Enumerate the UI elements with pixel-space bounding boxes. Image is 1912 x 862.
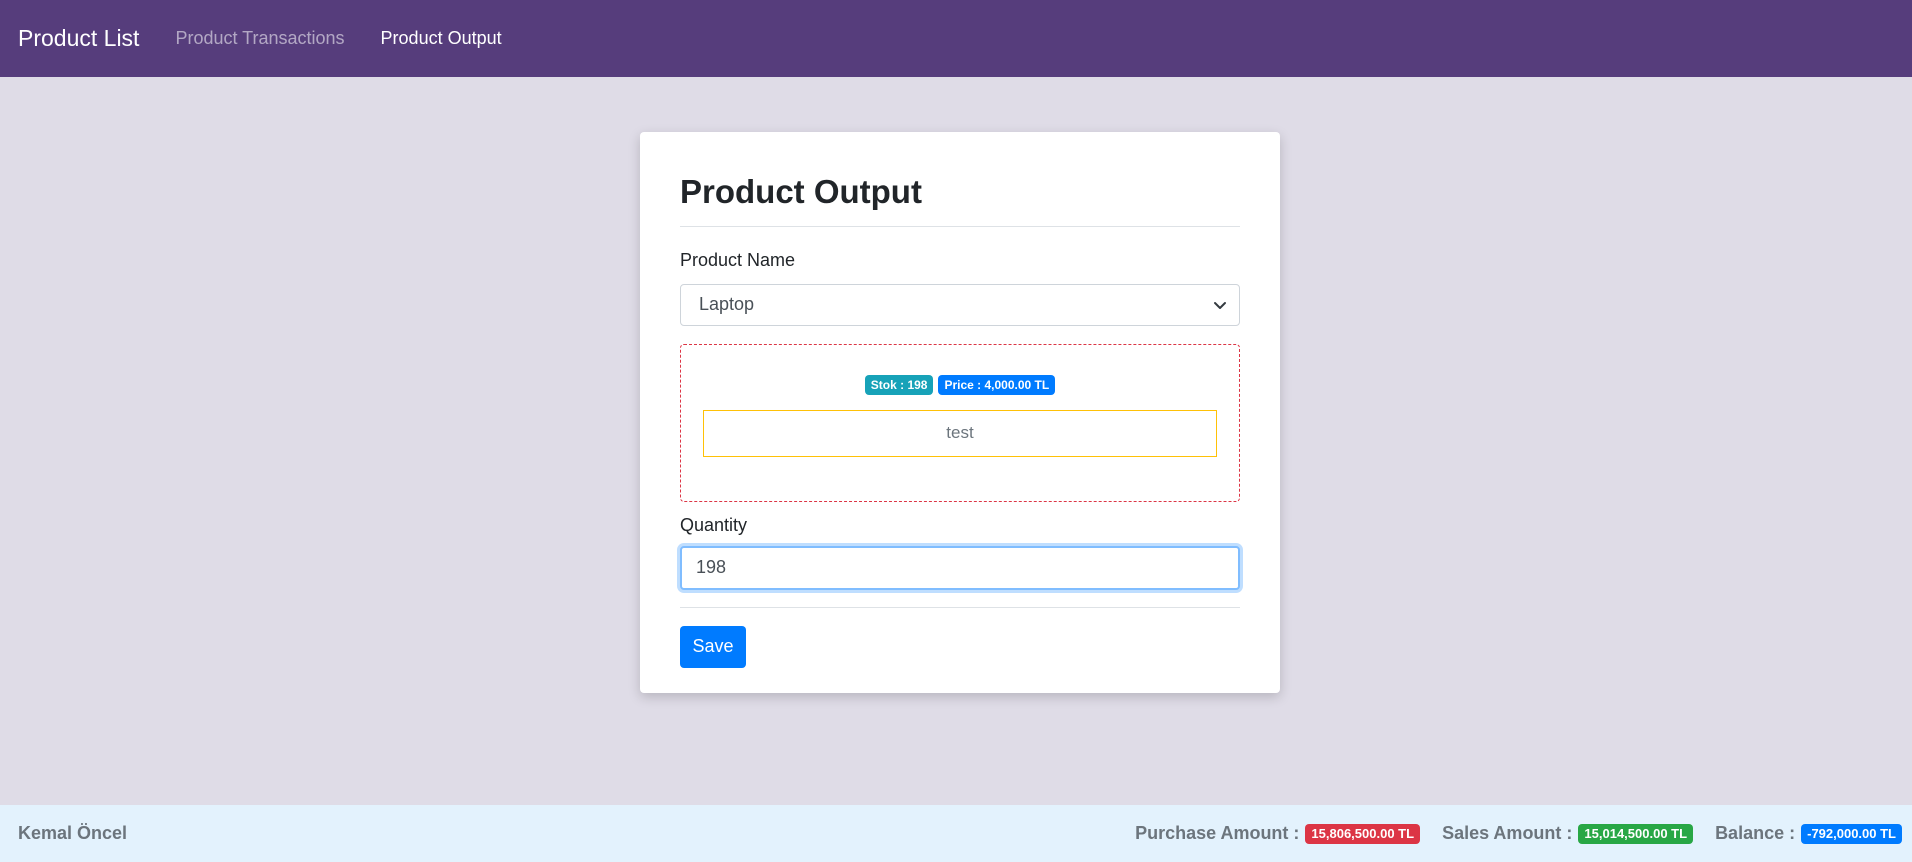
product-name-select-value[interactable]: Laptop (680, 283, 1240, 326)
nav-brand-product-list[interactable]: Product List (18, 25, 139, 52)
page-title: Product Output (680, 172, 1240, 227)
nav-link-product-transactions[interactable]: Product Transactions (175, 28, 344, 49)
purchase-amount-label: Purchase Amount : (1135, 823, 1300, 843)
stock-badge: Stok : 198 (864, 374, 934, 395)
sales-amount-label: Sales Amount : (1442, 823, 1573, 843)
price-badge: Price : 4,000.00 TL (938, 374, 1056, 395)
footer-stats: Purchase Amount : 15,806,500.00 TL Sales… (1135, 823, 1902, 844)
quantity-label: Quantity (680, 514, 748, 535)
quantity-input[interactable] (680, 545, 1240, 590)
footer-user-name: Kemal Öncel (18, 823, 128, 843)
top-navbar: Product List Product Transactions Produc… (0, 0, 1912, 77)
form-divider (680, 606, 1240, 608)
product-info-box: Stok : 198 Price : 4,000.00 TL test (680, 343, 1240, 502)
balance-badge: -792,000.00 TL (1801, 823, 1902, 844)
balance-label: Balance : (1715, 823, 1796, 843)
product-name-label: Product Name (680, 249, 796, 270)
chevron-down-icon (1214, 301, 1226, 309)
product-name-select[interactable]: Laptop (680, 283, 1240, 326)
footer-bar: Kemal Öncel Purchase Amount : 15,806,500… (0, 805, 1912, 862)
product-note: test (703, 409, 1217, 457)
sales-amount-badge: 15,014,500.00 TL (1578, 823, 1694, 844)
product-badges: Stok : 198 Price : 4,000.00 TL (681, 374, 1239, 395)
product-output-card: Product Output Product Name Laptop Stok … (640, 132, 1280, 693)
nav-link-product-output[interactable]: Product Output (381, 28, 502, 49)
balance-stat: Balance : -792,000.00 TL (1715, 823, 1902, 844)
sales-amount-stat: Sales Amount : 15,014,500.00 TL (1442, 823, 1694, 844)
purchase-amount-badge: 15,806,500.00 TL (1305, 823, 1421, 844)
purchase-amount-stat: Purchase Amount : 15,806,500.00 TL (1135, 823, 1421, 844)
save-button[interactable]: Save (680, 625, 746, 668)
